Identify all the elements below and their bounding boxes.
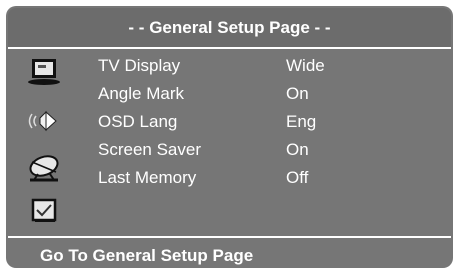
menu-item-value: On [286,84,309,103]
menu-item-osd-lang[interactable]: OSD Lang Eng [98,109,438,135]
satellite-dish-icon[interactable] [24,154,64,184]
setup-menu-panel: - - General Setup Page - - TV Display Wi… [6,6,453,268]
menu-item-screen-saver[interactable]: Screen Saver On [98,137,438,163]
menu-item-label: Screen Saver [98,140,201,159]
menu-item-value: Off [286,168,309,187]
menu-item-value: On [286,140,309,159]
menu-item-tv-display[interactable]: TV Display Wide [98,53,438,79]
page-title: - - General Setup Page - - [8,8,451,48]
menu-item-value: Wide [286,56,325,75]
menu-item-last-memory[interactable]: Last Memory Off [98,165,438,191]
menu-item-label: TV Display [98,56,181,75]
title-divider [8,47,451,49]
checkbox-icon[interactable] [24,196,64,226]
menu-item-value: Eng [286,112,317,131]
menu-item-label: Last Memory [98,168,197,187]
menu-item-label: Angle Mark [98,84,184,103]
footer-divider [8,236,451,238]
menu-item-label: OSD Lang [98,112,178,131]
tv-display-icon[interactable] [24,56,64,86]
audio-speaker-icon[interactable] [24,106,64,136]
status-footer: Go To General Setup Page [40,246,254,265]
menu-item-angle-mark[interactable]: Angle Mark On [98,81,438,107]
